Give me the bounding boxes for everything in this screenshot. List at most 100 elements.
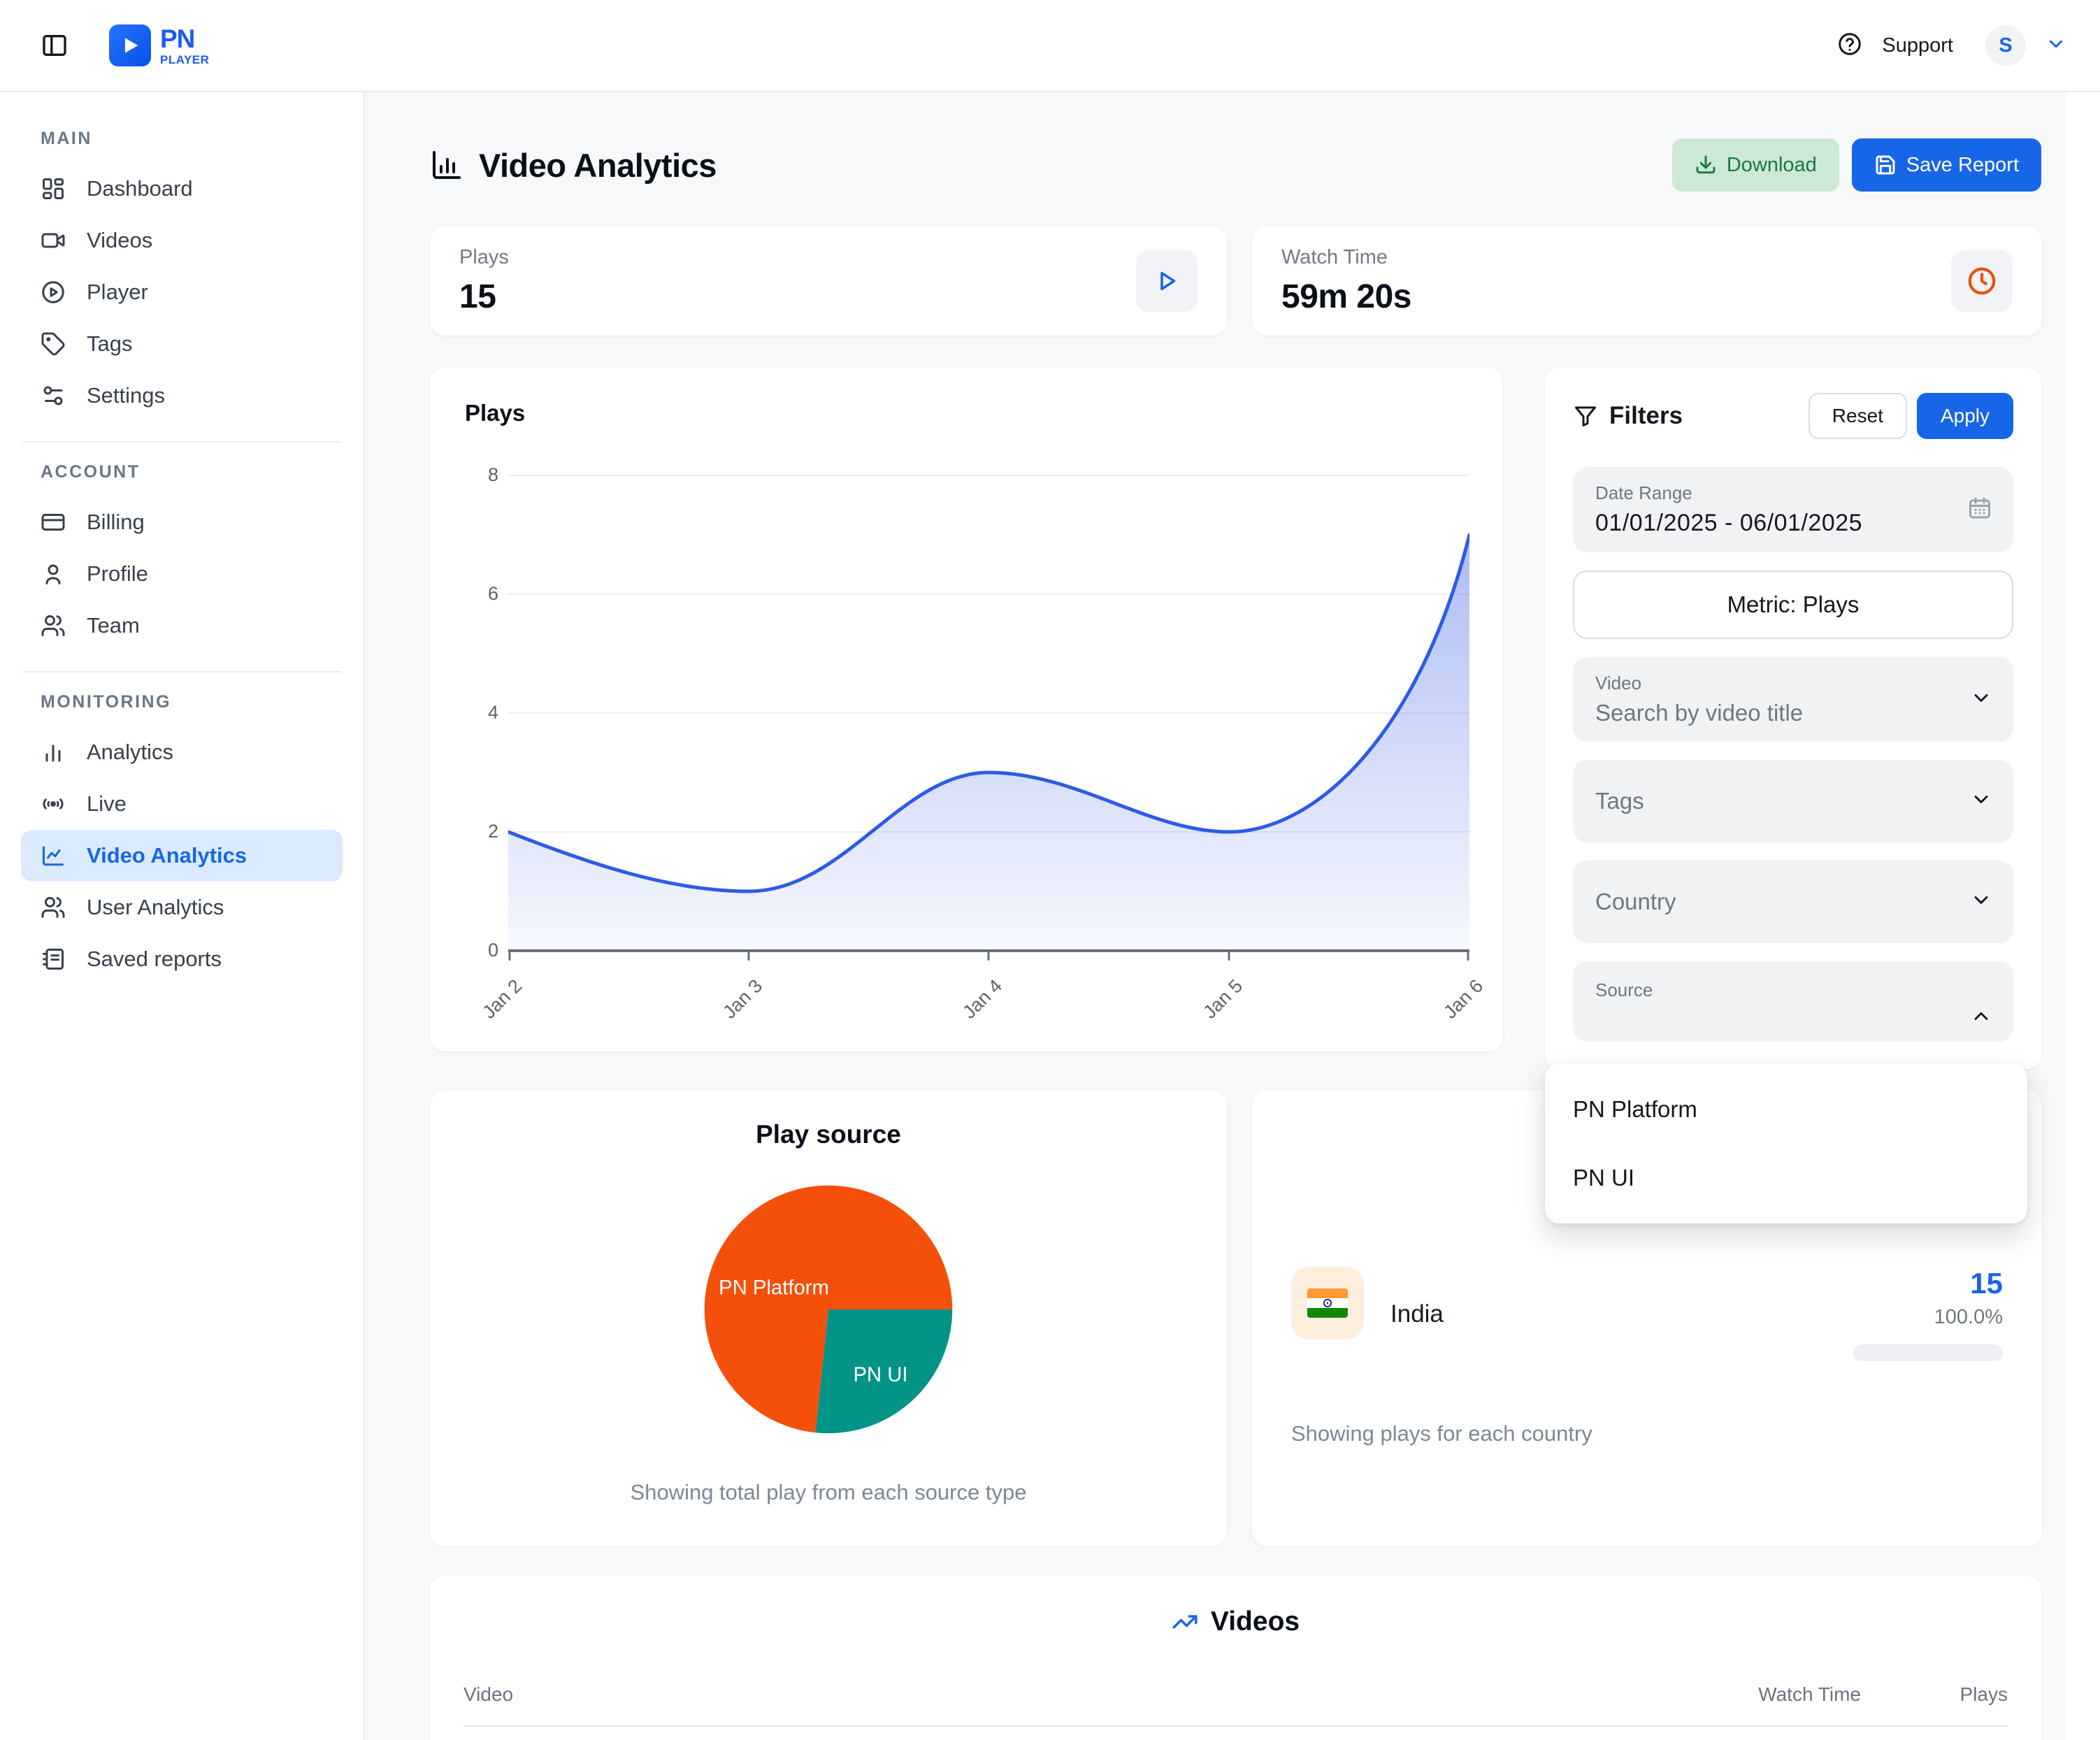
y-axis-labels: 8 6 4 2 0 <box>465 468 498 961</box>
calendar-icon <box>1967 496 1992 524</box>
sidebar-item-analytics[interactable]: Analytics <box>21 726 343 778</box>
play-circle-icon <box>41 280 66 305</box>
download-icon <box>1695 154 1717 176</box>
country-row-india: India 15 100.0% <box>1291 1267 2003 1361</box>
section-label-main: MAIN <box>41 129 343 149</box>
sidebar-item-live[interactable]: Live <box>21 778 343 830</box>
apply-button[interactable]: Apply <box>1917 393 2013 439</box>
watch-time-stat-label: Watch Time <box>1281 246 1411 269</box>
country-name: India <box>1390 1300 1444 1328</box>
sidebar-item-profile[interactable]: Profile <box>21 548 343 600</box>
app-logo[interactable]: PN PLAYER <box>109 24 209 66</box>
chevron-down-icon <box>1970 686 1992 712</box>
save-report-button[interactable]: Save Report <box>1852 138 2041 192</box>
countries-caption: Showing plays for each country <box>1291 1421 2003 1446</box>
sidebar-item-user-analytics[interactable]: User Analytics <box>21 882 343 933</box>
notebook-icon <box>41 947 66 972</box>
sidebar-item-player[interactable]: Player <box>21 266 343 318</box>
sidebar-item-dashboard[interactable]: Dashboard <box>21 163 343 215</box>
dashboard-grid-icon <box>41 176 66 201</box>
pie-label-pn-platform: PN Platform <box>719 1277 829 1300</box>
chevron-up-icon <box>1970 1005 1992 1030</box>
video-search-placeholder: Search by video title <box>1595 700 1991 726</box>
sidebar-item-video-analytics[interactable]: Video Analytics <box>21 830 343 882</box>
videos-table-header: Video Watch Time Plays <box>463 1683 2008 1727</box>
reset-button[interactable]: Reset <box>1808 393 1907 439</box>
main-content: Video Analytics Download Save Report Pla… <box>365 92 2100 1740</box>
sidebar-divider <box>22 441 341 443</box>
chevron-down-icon <box>1970 889 1992 915</box>
date-range-field[interactable]: Date Range 01/01/2025 - 06/01/2025 <box>1573 467 2013 552</box>
source-select-field[interactable]: Source <box>1573 961 2013 1042</box>
section-label-monitoring: MONITORING <box>41 692 343 712</box>
trending-up-icon <box>1172 1609 1198 1635</box>
sidebar-item-saved-reports[interactable]: Saved reports <box>21 933 343 985</box>
pie-label-pn-ui: PN UI <box>853 1364 907 1386</box>
logo-text-player: PLAYER <box>160 54 209 66</box>
plays-chart-card: Plays 8 6 4 2 0 <box>430 368 1503 1051</box>
plays-stat-label: Plays <box>459 246 509 269</box>
support-link[interactable]: Support <box>1882 34 1953 57</box>
video-select-field[interactable]: Video Search by video title <box>1573 657 2013 742</box>
source-options-dropdown: PN Platform PN UI <box>1545 1064 2027 1223</box>
avatar[interactable]: S <box>1985 25 2026 66</box>
india-flag-icon <box>1291 1267 1364 1339</box>
country-select-field[interactable]: Country <box>1573 861 2013 943</box>
radio-broadcast-icon <box>41 791 66 817</box>
sidebar-toggle-icon[interactable] <box>39 30 70 61</box>
source-option-pn-ui[interactable]: PN UI <box>1545 1144 2027 1212</box>
users-icon <box>41 613 66 638</box>
country-plays-value: 15 <box>1853 1267 2003 1300</box>
area-chart-svg <box>508 468 1469 962</box>
save-icon <box>1874 154 1897 176</box>
user-icon <box>41 561 66 587</box>
logo-text-pn: PN <box>160 26 209 52</box>
filters-title: Filters <box>1609 402 1683 430</box>
line-chart-icon <box>41 843 66 868</box>
videos-table-card: Videos Video Watch Time Plays Greetings … <box>430 1576 2041 1740</box>
credit-card-icon <box>41 510 66 535</box>
sidebar-item-billing[interactable]: Billing <box>21 496 343 548</box>
sidebar: MAIN Dashboard Videos Player Tags Settin… <box>0 92 365 1740</box>
table-row: Greetings 28m 27s 7 50.0% <box>463 1727 2008 1740</box>
section-label-account: ACCOUNT <box>41 462 343 482</box>
page-title: Video Analytics <box>479 146 717 185</box>
country-percent: 100.0% <box>1853 1306 2003 1329</box>
clock-icon <box>1951 250 2013 312</box>
sidebar-item-settings[interactable]: Settings <box>21 370 343 422</box>
source-option-pn-platform[interactable]: PN Platform <box>1545 1075 2027 1144</box>
sidebar-item-team[interactable]: Team <box>21 600 343 652</box>
plays-stat-card: Plays 15 <box>430 227 1227 336</box>
pie-chart-caption: Showing total play from each source type <box>459 1480 1198 1505</box>
watch-time-stat-value: 59m 20s <box>1281 278 1411 316</box>
country-progress-bar <box>1853 1344 2003 1361</box>
video-camera-icon <box>41 228 66 253</box>
sidebar-item-tags[interactable]: Tags <box>21 318 343 370</box>
users-icon <box>41 895 66 920</box>
scrollbar-gutter[interactable] <box>2066 92 2100 1740</box>
x-axis-labels: Jan 2 Jan 3 Jan 4 Jan 5 Jan 6 <box>508 965 1468 1049</box>
download-button[interactable]: Download <box>1672 138 1839 192</box>
tag-icon <box>41 331 66 357</box>
bar-chart-icon <box>41 740 66 765</box>
play-logo-icon <box>109 24 151 66</box>
chart-column-icon <box>430 148 463 182</box>
date-range-value: 01/01/2025 - 06/01/2025 <box>1595 510 1991 537</box>
tags-select-field[interactable]: Tags <box>1573 760 2013 842</box>
sidebar-divider <box>22 671 341 673</box>
sidebar-item-videos[interactable]: Videos <box>21 215 343 266</box>
pie-chart-title: Play source <box>459 1120 1198 1149</box>
settings-sliders-icon <box>41 383 66 408</box>
help-icon[interactable] <box>1837 31 1862 60</box>
play-icon <box>1136 250 1198 312</box>
play-source-pie-chart: PN Platform PN UI <box>692 1173 965 1446</box>
plays-stat-value: 15 <box>459 278 509 316</box>
videos-table-title: Videos <box>1211 1606 1300 1637</box>
chart-title: Plays <box>465 400 1468 426</box>
chevron-down-icon[interactable] <box>2045 34 2066 58</box>
app-header: PN PLAYER Support S <box>0 0 2100 92</box>
watch-time-stat-card: Watch Time 59m 20s <box>1252 227 2042 336</box>
funnel-icon <box>1573 403 1598 429</box>
chevron-down-icon <box>1970 789 1992 814</box>
metric-selector-button[interactable]: Metric: Plays <box>1573 570 2013 639</box>
